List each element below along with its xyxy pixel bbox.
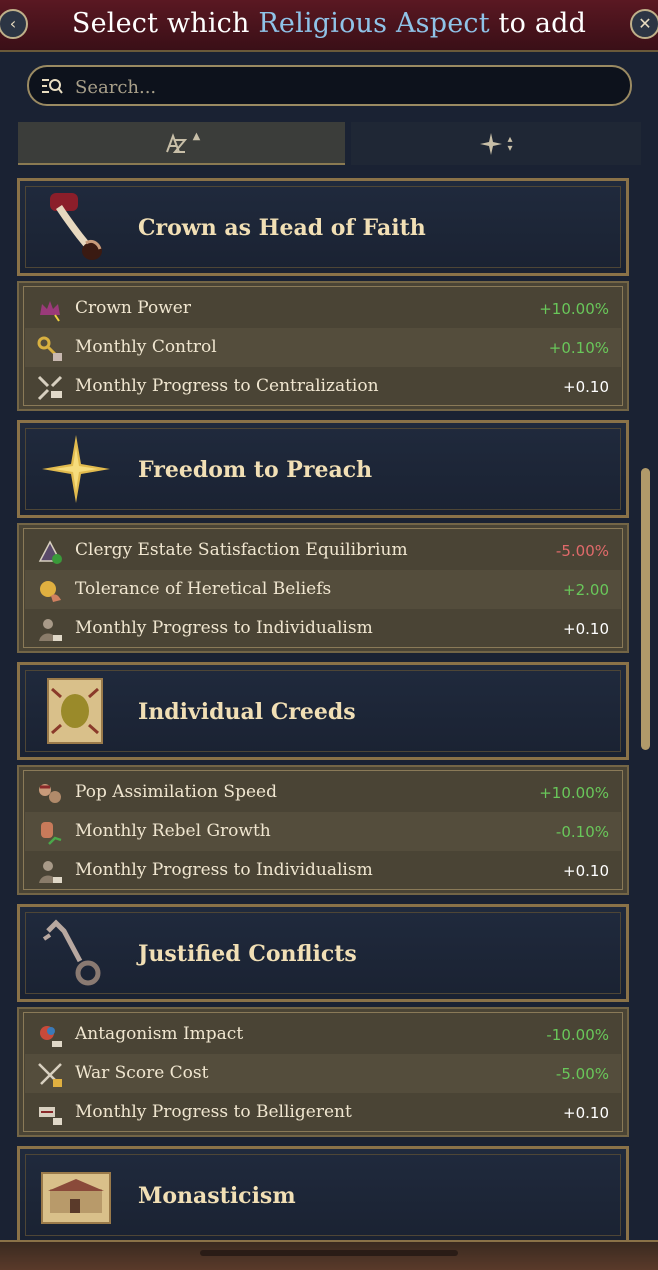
effect-label: Monthly Progress to Individualism [75,618,373,638]
sort-ascending-icon: ▲ [192,131,201,142]
effect-label: Monthly Progress to Individualism [75,860,373,880]
aspect-name: Crown as Head of Faith [138,215,426,241]
hand-icon [50,193,102,260]
title-suffix: to add [498,8,587,39]
effect-value: -5.00% [555,542,609,560]
effect-value: +10.00% [539,784,609,802]
effect-value: +2.00 [563,581,609,599]
effect-label: Monthly Progress to Centralization [75,376,379,396]
sort-effect-icon [480,132,503,155]
effect-value: -5.00% [555,1065,609,1083]
dialog-title: Select which Religious Aspect to add [0,8,658,39]
key-icon [42,919,101,986]
search-box[interactable] [27,65,632,106]
title-prefix: Select which [71,8,250,39]
individualism-icon [39,861,62,883]
effect-row: Monthly Progress to Centralization +0.10 [25,367,621,406]
aspect-card-header[interactable]: Justified Conflicts [17,904,629,1002]
effect-value: +10.00% [539,300,609,318]
effect-row: Crown Power +10.00% [25,289,621,328]
assimilation-icon [39,784,61,803]
effect-value: +0.10 [563,862,609,880]
effect-row: Monthly Progress to Individualism +0.10 [25,609,621,648]
effect-row: Tolerance of Heretical Beliefs +2.00 [25,570,621,609]
search-icon [42,79,63,94]
aspect-name: Monasticism [138,1183,296,1209]
monastery-icon [41,1172,111,1224]
aspect-card-header[interactable]: Individual Creeds [17,662,629,760]
aspect-card-header[interactable]: Freedom to Preach [17,420,629,518]
scroll-icon [47,678,103,744]
effects-panel: Antagonism Impact -10.00% War Score Cost… [17,1007,629,1137]
search-input[interactable] [73,73,617,101]
effect-row: Clergy Estate Satisfaction Equilibrium -… [25,531,621,570]
effects-panel: Pop Assimilation Speed +10.00% Monthly R… [17,765,629,895]
title-accent: Religious Aspect [258,8,490,39]
tolerance-icon [40,581,61,602]
antagonism-icon [40,1026,62,1047]
rebel-icon [41,822,62,845]
close-button[interactable]: ✕ [630,9,658,39]
aspect-card-header[interactable]: Crown as Head of Faith [17,178,629,276]
clergy-icon [38,540,62,564]
effect-row: Antagonism Impact -10.00% [25,1015,621,1054]
effect-label: Tolerance of Heretical Beliefs [75,579,332,599]
effect-value: -0.10% [555,823,609,841]
effect-row: Monthly Progress to Belligerent +0.10 [25,1093,621,1132]
individualism-icon [39,619,62,641]
aspect-name: Individual Creeds [138,699,356,725]
effect-label: Antagonism Impact [75,1024,244,1044]
effect-label: War Score Cost [75,1063,209,1083]
effect-label: Crown Power [75,298,191,318]
crown-power-icon [40,301,60,322]
effect-row: Monthly Control +0.10% [25,328,621,367]
effect-label: Monthly Control [75,337,217,357]
effect-row: Pop Assimilation Speed +10.00% [25,773,621,812]
centralization-icon [37,375,63,401]
aspect-name: Freedom to Preach [138,457,373,483]
aspect-name: Justified Conflicts [138,941,357,967]
scrollbar-thumb[interactable] [641,468,650,750]
effect-label: Monthly Rebel Growth [75,821,271,841]
star-icon [42,435,110,503]
sort-effect-tab[interactable]: ▴ ▾ [351,122,641,165]
effect-label: Pop Assimilation Speed [75,782,277,802]
sort-toggle-icon: ▴ ▾ [507,133,513,154]
effect-value: +0.10 [563,1104,609,1122]
belligerent-icon [39,1107,62,1125]
sort-alphabetical-tab[interactable]: ▲ [18,122,345,165]
effect-label: Clergy Estate Satisfaction Equilibrium [75,540,408,560]
close-icon: ✕ [638,14,652,33]
effect-row: Monthly Rebel Growth -0.10% [25,812,621,851]
effect-value: +0.10 [563,620,609,638]
sort-alphabetical-icon [165,132,187,153]
swords-icon [38,1063,62,1087]
sort-bar: ▲ ▴ ▾ [18,122,641,167]
aspect-list: Crown as Head of Faith Crown Power +10.0… [0,175,658,1245]
aspect-card-header[interactable]: Monasticism [17,1146,629,1244]
effect-label: Monthly Progress to Belligerent [75,1102,352,1122]
key-control-icon [37,336,62,361]
bottom-frame [0,1240,658,1270]
effects-panel: Clergy Estate Satisfaction Equilibrium -… [17,523,629,653]
effect-row: War Score Cost -5.00% [25,1054,621,1093]
effect-value: -10.00% [546,1026,609,1044]
effect-row: Monthly Progress to Individualism +0.10 [25,851,621,890]
dialog-header: ‹ Select which Religious Aspect to add ✕ [0,0,658,52]
effects-panel: Crown Power +10.00% Monthly Control +0.1… [17,281,629,411]
effect-value: +0.10% [548,339,609,357]
effect-value: +0.10 [563,378,609,396]
